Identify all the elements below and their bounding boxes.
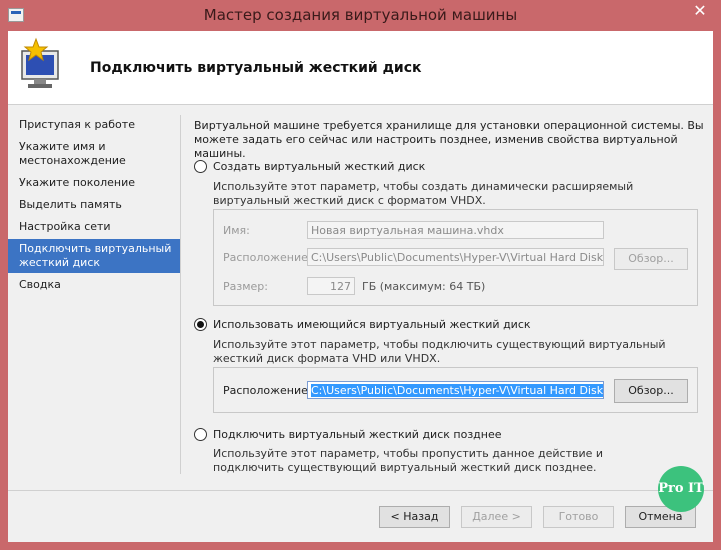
nav-item-summary[interactable]: Сводка <box>8 275 180 295</box>
window-title: Мастер создания виртуальной машины <box>203 6 518 24</box>
watermark-badge: Pro IT <box>658 466 704 512</box>
create-description: Используйте этот параметр, чтобы создать… <box>213 180 634 207</box>
page-header: Подключить виртуальный жесткий диск <box>8 31 713 105</box>
client-area: Подключить виртуальный жесткий диск Прис… <box>8 31 713 542</box>
radio-create-label[interactable]: Создать виртуальный жесткий диск <box>213 160 425 173</box>
content-panel: Виртуальной машине требуется хранилище д… <box>194 119 704 474</box>
page-title: Подключить виртуальный жесткий диск <box>90 60 422 76</box>
existing-location-value[interactable]: C:\Users\Public\Documents\Hyper-V\Virtua… <box>311 384 603 397</box>
back-button[interactable]: < Назад <box>379 506 450 528</box>
existing-description: Используйте этот параметр, чтобы подключ… <box>213 338 666 365</box>
radio-later-label[interactable]: Подключить виртуальный жесткий диск позд… <box>213 428 502 441</box>
existing-options-group: Расположение: C:\Users\Public\Documents\… <box>213 367 698 413</box>
radio-later[interactable]: Подключить виртуальный жесткий диск позд… <box>194 428 502 441</box>
radio-existing-disk[interactable]: Использовать имеющийся виртуальный жестк… <box>194 318 531 331</box>
create-browse-button[interactable]: Обзор... <box>614 248 688 270</box>
radio-create-circle[interactable] <box>194 160 207 173</box>
nav-item-name-location[interactable]: Укажите имя и местонахождение <box>8 137 180 171</box>
create-location-label: Расположение: <box>223 251 312 264</box>
nav-item-start[interactable]: Приступая к работе <box>8 115 180 135</box>
nav-item-network[interactable]: Настройка сети <box>8 217 180 237</box>
next-button[interactable]: Далее > <box>461 506 532 528</box>
size-unit-label: ГБ (максимум: 64 ТБ) <box>362 280 486 293</box>
nav-item-generation[interactable]: Укажите поколение <box>8 173 180 193</box>
wizard-monitor-icon <box>21 37 59 88</box>
finish-button[interactable]: Готово <box>543 506 614 528</box>
radio-existing-circle[interactable] <box>194 318 207 331</box>
existing-browse-button[interactable]: Обзор... <box>614 379 688 403</box>
nav-item-connect-disk[interactable]: Подключить виртуальный жесткий диск <box>8 239 180 273</box>
radio-create-disk[interactable]: Создать виртуальный жесткий диск <box>194 160 425 173</box>
wizard-window: Мастер создания виртуальной машины ✕ Под… <box>0 0 721 550</box>
nav-separator <box>180 115 181 474</box>
create-location-field[interactable]: C:\Users\Public\Documents\Hyper-V\Virtua… <box>307 248 604 266</box>
name-label: Имя: <box>223 224 250 237</box>
later-description: Используйте этот параметр, чтобы пропуст… <box>213 447 604 474</box>
name-field[interactable]: Новая виртуальная машина.vhdx <box>307 221 604 239</box>
radio-existing-label[interactable]: Использовать имеющийся виртуальный жестк… <box>213 318 531 331</box>
existing-location-field[interactable]: C:\Users\Public\Documents\Hyper-V\Virtua… <box>307 381 604 399</box>
title-bar[interactable]: Мастер создания виртуальной машины ✕ <box>0 0 721 30</box>
close-button[interactable]: ✕ <box>685 0 715 22</box>
size-label: Размер: <box>223 280 268 293</box>
create-options-group: Имя: Новая виртуальная машина.vhdx Распо… <box>213 209 698 306</box>
intro-text: Виртуальной машине требуется хранилище д… <box>194 119 704 160</box>
footer-separator <box>8 490 713 491</box>
wizard-nav: Приступая к работе Укажите имя и местона… <box>8 115 180 297</box>
size-field[interactable]: 127 <box>307 277 355 295</box>
nav-item-memory[interactable]: Выделить память <box>8 195 180 215</box>
radio-later-circle[interactable] <box>194 428 207 441</box>
existing-location-label: Расположение: <box>223 384 312 397</box>
